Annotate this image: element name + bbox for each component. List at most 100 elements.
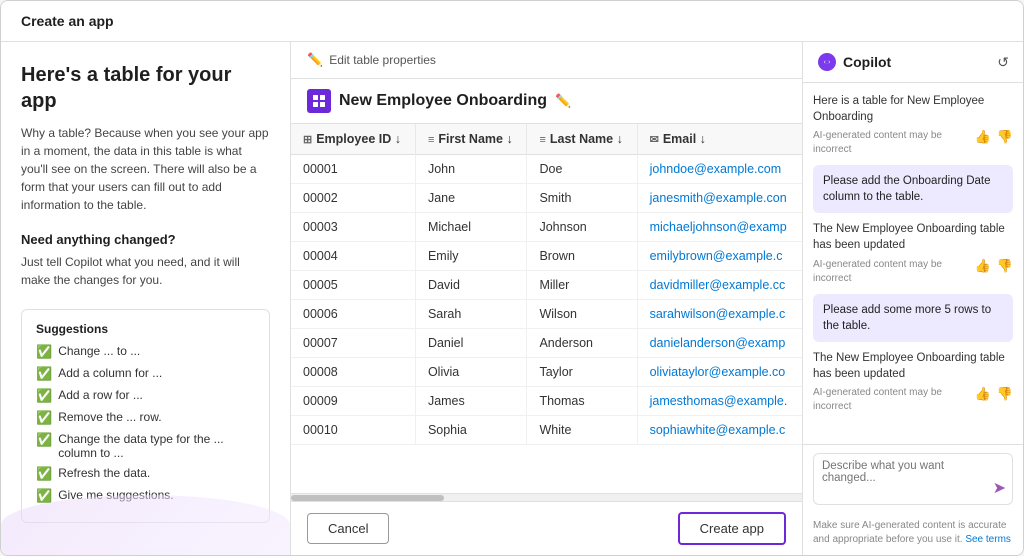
cell-last-name: Thomas (527, 387, 637, 416)
cell-first-name: Sarah (415, 300, 527, 329)
cell-email: johndoe@example.com (637, 155, 802, 184)
suggestion-item[interactable]: ✅Remove the ... row. (36, 410, 255, 426)
suggestions-box: Suggestions ✅Change ... to ... ✅Add a col… (21, 309, 270, 523)
text-icon: ≡ (428, 134, 434, 146)
page-title: Create an app (21, 13, 114, 29)
table-header-row: New Employee Onboarding ✏️ (291, 79, 802, 124)
cell-email: davidmiller@example.cc (637, 271, 802, 300)
cell-first-name: Sophia (415, 416, 527, 445)
table-row: 00010 Sophia White sophiawhite@example.c (291, 416, 802, 445)
left-panel-heading: Here's a table for your app (21, 62, 270, 114)
cancel-button[interactable]: Cancel (307, 513, 389, 544)
horizontal-scrollbar[interactable] (291, 493, 802, 501)
copilot-logo-icon (817, 52, 837, 72)
cell-last-name: Doe (527, 155, 637, 184)
check-icon: ✅ (36, 344, 52, 360)
see-terms-link[interactable]: See terms (965, 534, 1011, 545)
cell-first-name: Olivia (415, 358, 527, 387)
check-icon: ✅ (36, 366, 52, 382)
refresh-icon[interactable]: ↺ (997, 54, 1009, 71)
table-row: 00004 Emily Brown emilybrown@example.c (291, 242, 802, 271)
copilot-input[interactable] (822, 460, 982, 498)
ai-message: The New Employee Onboarding table has be… (813, 350, 1013, 414)
cell-last-name: Wilson (527, 300, 637, 329)
table-row: 00001 John Doe johndoe@example.com (291, 155, 802, 184)
cell-employee-id: 00001 (291, 155, 415, 184)
column-header[interactable]: ≡First Name ↓ (415, 124, 527, 155)
cell-last-name: Smith (527, 184, 637, 213)
table-row: 00002 Jane Smith janesmith@example.con (291, 184, 802, 213)
cell-first-name: David (415, 271, 527, 300)
cell-email: janesmith@example.con (637, 184, 802, 213)
copilot-input-container: ➤ (813, 453, 1013, 505)
suggestion-item[interactable]: ✅Change the data type for the ... column… (36, 432, 255, 460)
suggestion-item[interactable]: ✅Change ... to ... (36, 344, 255, 360)
column-header[interactable]: ✉Email ↓ (637, 124, 802, 155)
cell-email: emilybrown@example.c (637, 242, 802, 271)
copilot-panel: Copilot ↺ Here is a table for New Employ… (803, 42, 1023, 555)
cell-employee-id: 00010 (291, 416, 415, 445)
cell-first-name: Jane (415, 184, 527, 213)
send-button[interactable]: ➤ (993, 478, 1006, 498)
table-row: 00006 Sarah Wilson sarahwilson@example.c (291, 300, 802, 329)
table-edit-icon[interactable]: ✏️ (555, 93, 571, 109)
cell-employee-id: 00003 (291, 213, 415, 242)
grid-icon: ⊞ (303, 133, 312, 146)
thumbs-down-icon[interactable]: 👎 (997, 257, 1013, 275)
thumbs-up-icon[interactable]: 👍 (975, 128, 991, 146)
table-row: 00009 James Thomas jamesthomas@example. (291, 387, 802, 416)
thumbs-up-icon[interactable]: 👍 (975, 385, 991, 403)
check-icon: ✅ (36, 432, 52, 448)
cell-last-name: White (527, 416, 637, 445)
check-icon: ✅ (36, 466, 52, 482)
cell-employee-id: 00004 (291, 242, 415, 271)
table-row: 00003 Michael Johnson michaeljohnson@exa… (291, 213, 802, 242)
email-icon: ✉ (650, 133, 659, 146)
cell-email: michaeljohnson@examp (637, 213, 802, 242)
copilot-title: Copilot (817, 52, 891, 72)
suggestions-title: Suggestions (36, 322, 255, 336)
text-icon: ≡ (539, 134, 545, 146)
edit-table-bar[interactable]: ✏️ Edit table properties (291, 42, 802, 79)
left-panel-description: Why a table? Because when you see your a… (21, 124, 270, 214)
check-icon: ✅ (36, 388, 52, 404)
thumbs-up-icon[interactable]: 👍 (975, 257, 991, 275)
cell-employee-id: 00009 (291, 387, 415, 416)
cell-employee-id: 00002 (291, 184, 415, 213)
column-header[interactable]: ⊞Employee ID ↓ (291, 124, 415, 155)
column-header[interactable]: ≡Last Name ↓ (527, 124, 637, 155)
cell-email: oliviataylor@example.co (637, 358, 802, 387)
suggestion-item[interactable]: ✅Refresh the data. (36, 466, 255, 482)
cell-email: danielanderson@examp (637, 329, 802, 358)
decorative-blob (1, 495, 290, 555)
table-row: 00007 Daniel Anderson danielanderson@exa… (291, 329, 802, 358)
left-panel: Here's a table for your app Why a table?… (1, 42, 291, 555)
cell-first-name: James (415, 387, 527, 416)
thumbs-down-icon[interactable]: 👎 (997, 128, 1013, 146)
pencil-icon: ✏️ (307, 52, 323, 68)
data-table: ⊞Employee ID ↓≡First Name ↓≡Last Name ↓✉… (291, 124, 802, 493)
cell-first-name: John (415, 155, 527, 184)
top-bar: Create an app (1, 1, 1023, 42)
thumbs-down-icon[interactable]: 👎 (997, 385, 1013, 403)
cell-employee-id: 00005 (291, 271, 415, 300)
cell-email: sarahwilson@example.c (637, 300, 802, 329)
copilot-label: Copilot (843, 54, 891, 70)
bottom-bar: Cancel Create app (291, 501, 802, 555)
suggestion-item[interactable]: ✅Add a column for ... (36, 366, 255, 382)
ai-note: AI-generated content may be incorrect (813, 129, 975, 157)
need-changed-desc: Just tell Copilot what you need, and it … (21, 253, 270, 289)
cell-employee-id: 00007 (291, 329, 415, 358)
user-message: Please add the Onboarding Date column to… (813, 165, 1013, 213)
middle-panel: ✏️ Edit table properties New Employee On… (291, 42, 803, 555)
create-app-button[interactable]: Create app (678, 512, 786, 545)
cell-first-name: Emily (415, 242, 527, 271)
need-changed-label: Need anything changed? (21, 232, 270, 247)
cell-last-name: Anderson (527, 329, 637, 358)
table-row: 00008 Olivia Taylor oliviataylor@example… (291, 358, 802, 387)
ai-message: The New Employee Onboarding table has be… (813, 221, 1013, 285)
suggestion-item[interactable]: ✅Add a row for ... (36, 388, 255, 404)
scrollbar-thumb[interactable] (291, 495, 444, 501)
table-row: 00005 David Miller davidmiller@example.c… (291, 271, 802, 300)
cell-last-name: Miller (527, 271, 637, 300)
